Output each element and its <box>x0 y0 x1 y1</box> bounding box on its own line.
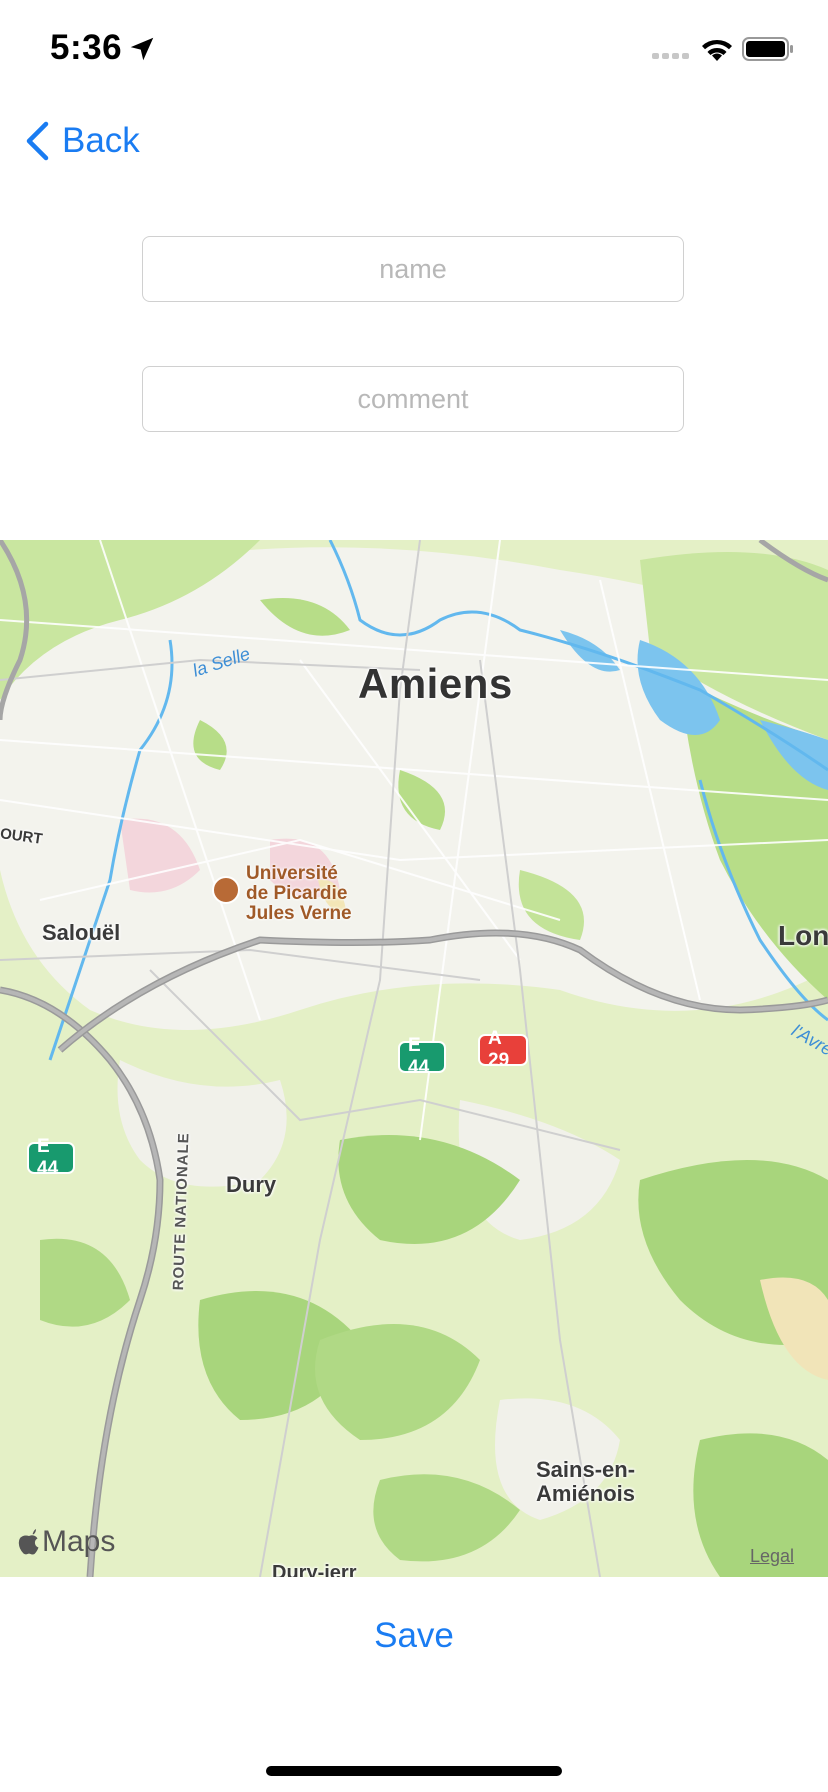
status-bar: 5:36 <box>0 0 828 100</box>
status-time: 5:36 <box>50 28 123 67</box>
back-button[interactable]: Back <box>24 118 140 164</box>
map-place-sains: Sains-en- Amiénois <box>536 1458 635 1506</box>
road-shield-a29: A 29 <box>478 1028 528 1071</box>
cellular-signal-icon <box>652 53 689 59</box>
graduation-cap-icon <box>212 876 240 904</box>
map-poi-university[interactable]: Université de Picardie Jules Verne <box>212 864 352 924</box>
map-city-label: Amiens <box>358 660 513 707</box>
legal-link[interactable]: Legal <box>750 1546 794 1567</box>
road-shield-e44: E 44 <box>398 1035 446 1078</box>
map-place-lon: Lon <box>778 920 828 951</box>
poi-line-1: Université <box>246 863 338 884</box>
poi-line-2: de Picardie <box>246 883 348 904</box>
map-place-sains-line1: Sains-en- <box>536 1457 636 1482</box>
apple-logo-icon <box>18 1529 39 1555</box>
maps-attribution: Maps <box>18 1525 115 1559</box>
save-button[interactable]: Save <box>0 1616 828 1656</box>
back-label: Back <box>62 121 140 160</box>
map-place-dury: Dury <box>226 1172 277 1197</box>
comment-field[interactable] <box>142 366 684 432</box>
map-place-sains-line2: Amiénois <box>536 1481 636 1506</box>
map-place-salouel: Salouël <box>42 920 121 945</box>
map-view[interactable]: Amiens la Selle l'Avre OURT Salouël Lon … <box>0 540 828 1577</box>
maps-attribution-label: Maps <box>42 1525 116 1558</box>
battery-icon <box>742 37 793 61</box>
poi-line-3: Jules Verne <box>246 903 352 924</box>
map-poi-label: Université de Picardie Jules Verne <box>246 864 352 924</box>
chevron-left-icon <box>26 121 49 161</box>
wifi-icon <box>702 40 732 61</box>
road-shield-e44-west: E 44 <box>27 1136 75 1179</box>
home-indicator[interactable] <box>266 1766 562 1776</box>
name-field[interactable] <box>142 236 684 302</box>
location-arrow-icon <box>130 37 154 61</box>
map-place-bottom: Dury-ierr <box>272 1562 357 1577</box>
